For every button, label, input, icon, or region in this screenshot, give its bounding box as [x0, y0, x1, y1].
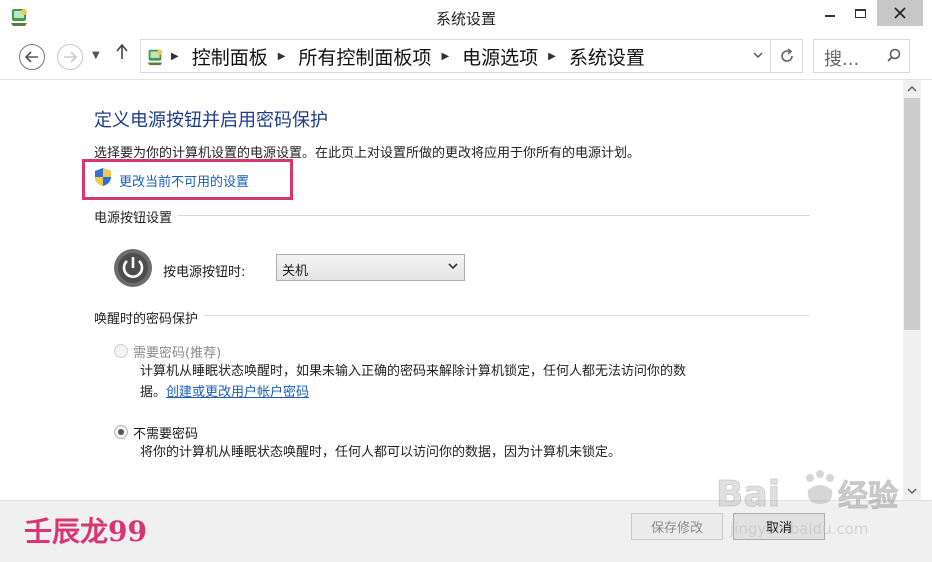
refresh-button[interactable]: [771, 39, 803, 73]
search-icon[interactable]: [887, 48, 901, 62]
chevron-right-icon[interactable]: ▶: [171, 51, 179, 62]
back-arrow-icon: [25, 51, 38, 63]
search-box[interactable]: 搜...: [813, 39, 910, 73]
require-password-label: 需要密码(推荐): [133, 346, 222, 361]
up-arrow-icon: [116, 43, 128, 59]
breadcrumb-item-all-items[interactable]: 所有控制面板项: [298, 43, 431, 70]
title-bar: 系统设置: [0, 0, 932, 34]
minimize-button[interactable]: [815, 0, 845, 26]
baidu-watermark-logo: Bai 经验 jingyan.baidu.com: [716, 470, 898, 538]
chevron-right-icon[interactable]: ▶: [441, 51, 449, 62]
maximize-button[interactable]: [845, 0, 875, 26]
close-icon: [894, 7, 906, 19]
breadcrumb-item-control-panel[interactable]: 控制面板: [192, 43, 268, 70]
power-button-label: 按电源按钮时:: [163, 265, 246, 280]
no-password-radio[interactable]: [114, 425, 128, 439]
navigation-bar: ▼ ▶ 控制面板 ▶ 所有控制面板项 ▶ 电源选项 ▶ 系统设置 搜...: [0, 34, 932, 80]
breadcrumb-item-system-settings[interactable]: 系统设置: [569, 43, 645, 70]
forward-button[interactable]: [57, 44, 83, 70]
save-changes-button[interactable]: 保存修改: [631, 513, 723, 540]
refresh-icon: [780, 48, 793, 62]
page-title: 定义电源按钮并启用密码保护: [94, 110, 328, 131]
require-password-description: 计算机从睡眠状态唤醒时，如果未输入正确的密码来解除计算机锁定，任何人都无法访问你…: [140, 361, 780, 403]
chevron-right-icon[interactable]: ▶: [278, 51, 286, 62]
section-title-wake-password: 唤醒时的密码保护: [94, 308, 205, 327]
chevron-down-icon: [907, 488, 917, 495]
svg-text:Bai: Bai: [716, 474, 780, 515]
require-password-radio[interactable]: [114, 344, 128, 358]
back-button[interactable]: [19, 44, 45, 70]
maximize-icon: [854, 8, 866, 18]
breadcrumb: ▶ 控制面板 ▶ 所有控制面板项 ▶ 电源选项 ▶ 系统设置: [171, 40, 645, 72]
forward-arrow-icon: [64, 51, 77, 63]
chevron-up-icon: [907, 85, 917, 92]
require-password-description-cont: 据。: [140, 385, 167, 400]
scrollbar-thumb[interactable]: [904, 98, 920, 330]
section-title-power-button: 电源按钮设置: [94, 207, 179, 226]
require-password-description-text: 计算机从睡眠状态唤醒时，如果未输入正确的密码来解除计算机锁定，任何人都无法访问你…: [140, 364, 687, 379]
chevron-down-icon: [448, 263, 458, 270]
chevron-right-icon[interactable]: ▶: [548, 51, 556, 62]
minimize-icon: [825, 15, 835, 17]
divider: [94, 215, 810, 216]
address-bar[interactable]: ▶ 控制面板 ▶ 所有控制面板项 ▶ 电源选项 ▶ 系统设置: [140, 39, 771, 73]
breadcrumb-item-power-options[interactable]: 电源选项: [462, 43, 538, 70]
no-password-label: 不需要密码: [133, 427, 199, 442]
svg-text:jingyan.baidu.com: jingyan.baidu.com: [729, 520, 868, 538]
uac-shield-icon: [95, 168, 111, 186]
create-change-password-link[interactable]: 创建或更改用户帐户密码: [166, 385, 309, 400]
up-button[interactable]: [116, 43, 128, 65]
scroll-up-button[interactable]: [903, 80, 921, 98]
search-input[interactable]: 搜...: [824, 45, 859, 71]
close-button[interactable]: [877, 0, 923, 26]
window-title: 系统设置: [435, 10, 496, 28]
recent-locations-dropdown[interactable]: ▼: [92, 50, 100, 61]
vertical-scrollbar[interactable]: [903, 80, 921, 500]
power-button-action-value: 关机: [282, 264, 309, 279]
no-password-description: 将你的计算机从睡眠状态唤醒时，任何人都可以访问你的数据，因为计算机未锁定。: [140, 445, 622, 460]
chevron-down-icon[interactable]: [752, 48, 764, 62]
svg-text:经验: 经验: [838, 479, 898, 514]
power-button-action-select[interactable]: 关机: [276, 254, 465, 281]
author-watermark: 壬辰龙99: [24, 515, 147, 548]
power-icon: [114, 249, 152, 287]
main-content: 定义电源按钮并启用密码保护 选择要为你的计算机设置的电源设置。在此页上对设置所做…: [0, 80, 903, 500]
change-unavailable-settings-link[interactable]: 更改当前不可用的设置: [119, 171, 249, 190]
control-panel-icon: [147, 49, 163, 66]
